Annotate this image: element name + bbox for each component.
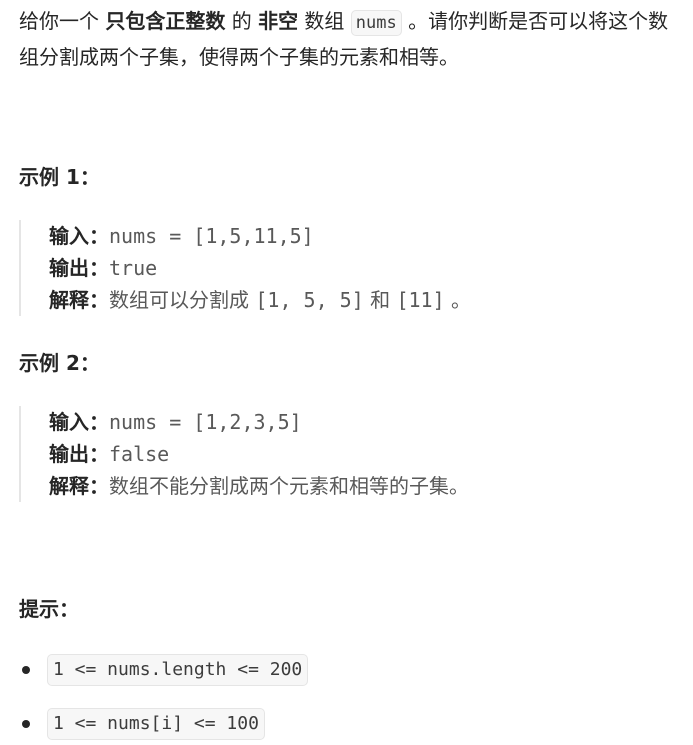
example-1-explain-text-2: 和 bbox=[363, 288, 397, 312]
example-1-explain-text-3: 。 bbox=[444, 288, 471, 312]
example-2-input-label: 输入： bbox=[49, 410, 109, 434]
constraint-code-2: 1 <= nums[i] <= 100 bbox=[47, 708, 265, 740]
example-2-explain-label: 解释： bbox=[49, 474, 109, 498]
problem-description: 给你一个 只包含正整数 的 非空 数组 nums 。请你判断是否可以将这个数组分… bbox=[19, 4, 679, 74]
example-1-output-label: 输出： bbox=[49, 256, 109, 280]
desc-bold-non-empty: 非空 bbox=[258, 9, 299, 33]
example-1-block: 输入：nums = [1,5,11,5] 输出：true 解释：数组可以分割成 … bbox=[19, 220, 659, 316]
constraint-item-1: 1 <= nums.length <= 200 bbox=[19, 654, 309, 686]
example-2-output-line: 输出：false bbox=[49, 438, 659, 470]
example-1-input-line: 输入：nums = [1,5,11,5] bbox=[49, 220, 659, 252]
bullet-dot-icon bbox=[22, 666, 30, 674]
bullet-dot-icon bbox=[22, 720, 30, 728]
example-1-explain-code-1: [1, 5, 5] bbox=[255, 288, 364, 312]
example-2-output-label: 输出： bbox=[49, 442, 109, 466]
desc-code-nums: nums bbox=[350, 10, 402, 36]
desc-text-2: 的 bbox=[225, 9, 259, 33]
desc-text-3: 数组 bbox=[298, 9, 351, 33]
example-1-explain-line: 解释：数组可以分割成 [1, 5, 5] 和 [11] 。 bbox=[49, 284, 659, 316]
example-1-input-value: nums = [1,5,11,5] bbox=[109, 224, 314, 248]
example-2-explain-line: 解释：数组不能分割成两个元素和相等的子集。 bbox=[49, 470, 659, 502]
example-2-output-value: false bbox=[109, 442, 170, 466]
desc-text-1: 给你一个 bbox=[19, 9, 106, 33]
example-1-input-label: 输入： bbox=[49, 224, 109, 248]
example-1-explain-text-1: 数组可以分割成 bbox=[109, 288, 256, 312]
example-1-output-line: 输出：true bbox=[49, 252, 659, 284]
example-2-heading: 示例 2： bbox=[19, 351, 100, 375]
example-2-input-value: nums = [1,2,3,5] bbox=[109, 410, 302, 434]
example-2-block: 输入：nums = [1,2,3,5] 输出：false 解释：数组不能分割成两… bbox=[19, 406, 659, 502]
constraints-heading: 提示： bbox=[19, 597, 79, 621]
example-1-explain-code-2: [11] bbox=[396, 288, 445, 312]
example-1-heading: 示例 1： bbox=[19, 165, 100, 189]
constraint-item-2: 1 <= nums[i] <= 100 bbox=[19, 708, 265, 740]
example-2-input-line: 输入：nums = [1,2,3,5] bbox=[49, 406, 659, 438]
constraint-code-1: 1 <= nums.length <= 200 bbox=[47, 654, 309, 686]
example-1-output-value: true bbox=[109, 256, 158, 280]
problem-page: 给你一个 只包含正整数 的 非空 数组 nums 。请你判断是否可以将这个数组分… bbox=[0, 0, 693, 745]
desc-bold-positive-integers: 只包含正整数 bbox=[105, 9, 226, 33]
example-1-explain-label: 解释： bbox=[49, 288, 109, 312]
example-2-explain-text: 数组不能分割成两个元素和相等的子集。 bbox=[109, 474, 469, 498]
